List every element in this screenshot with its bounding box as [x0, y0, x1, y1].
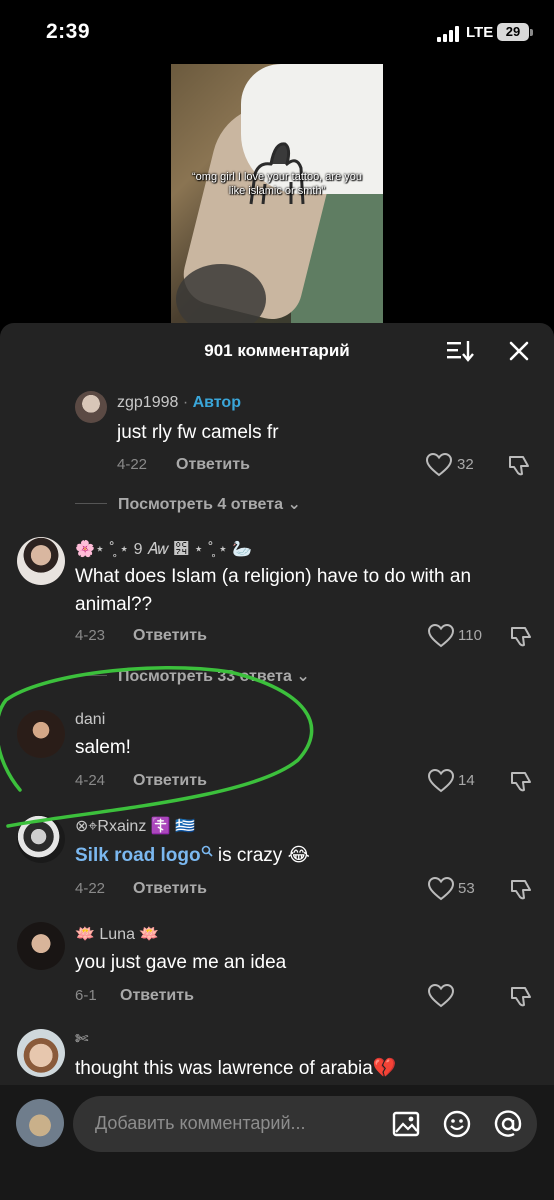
- comment-input[interactable]: Добавить комментарий...: [73, 1096, 537, 1152]
- comment-username[interactable]: 🌸⋆ ˚̥ ⋆ 9 𝐴𝑤 ౴ ⋆ ˚̥ ⋆ 🦢: [75, 539, 252, 559]
- comment-username-row[interactable]: zgp1998 · Автор: [117, 394, 241, 412]
- video-caption: “omg girl I love your tattoo, are you li…: [192, 171, 362, 197]
- search-icon[interactable]: [201, 845, 213, 857]
- status-time: 2:39: [46, 20, 91, 43]
- network-label: LTE: [466, 24, 494, 41]
- view-replies-label: Посмотреть 4 ответа: [118, 496, 283, 513]
- dislike-icon[interactable]: [509, 984, 533, 1008]
- emoji-icon[interactable]: [442, 1109, 472, 1139]
- comment-text: just rly fw camels fr: [117, 422, 279, 443]
- comment-username[interactable]: zgp1998: [117, 394, 178, 411]
- search-link[interactable]: Silk road logo: [75, 845, 201, 866]
- sort-icon[interactable]: [446, 339, 474, 363]
- comment-date: 6-1: [75, 987, 97, 1004]
- comment-username[interactable]: ✄: [75, 1029, 88, 1049]
- divider-line: [75, 503, 107, 504]
- avatar[interactable]: [75, 391, 107, 423]
- heart-icon[interactable]: [426, 453, 452, 477]
- comments-sheet: 901 комментарий zgp1998 · Автор just rly…: [0, 323, 554, 1200]
- comment-username[interactable]: 🪷 Luna 🪷: [75, 924, 159, 944]
- dislike-icon[interactable]: [509, 769, 533, 793]
- view-replies-button[interactable]: Посмотреть 33 ответа ⌄: [118, 666, 310, 686]
- video-preview[interactable]: “omg girl I love your tattoo, are you li…: [171, 64, 383, 326]
- dislike-icon[interactable]: [509, 877, 533, 901]
- like-count: 14: [458, 772, 475, 789]
- comment-username[interactable]: ⊗⌖Rxainz ☦️ 🇬🇷: [75, 816, 195, 836]
- chevron-down-icon: ⌄: [287, 496, 301, 513]
- comment-text: thought this was lawrence of arabia💔: [75, 1058, 397, 1079]
- heart-icon[interactable]: [428, 984, 454, 1008]
- chevron-down-icon: ⌄: [296, 668, 310, 685]
- reply-button[interactable]: Ответить: [120, 987, 194, 1005]
- comment-input-placeholder: Добавить комментарий...: [95, 1113, 306, 1133]
- comment-date: 4-24: [75, 772, 106, 789]
- avatar[interactable]: [17, 922, 65, 970]
- battery-tip: [530, 29, 533, 36]
- like-count: 110: [458, 627, 482, 644]
- like-count: 53: [458, 880, 475, 897]
- signal-icon: [437, 26, 459, 42]
- heart-icon[interactable]: [428, 769, 454, 793]
- status-bar: 2:39 LTE 29: [0, 0, 554, 64]
- reply-button[interactable]: Ответить: [133, 627, 207, 645]
- forearm-tattoo-image: [176, 264, 266, 326]
- avatar[interactable]: [17, 1029, 65, 1077]
- comment-text: you just gave me an idea: [75, 952, 287, 973]
- avatar[interactable]: [17, 710, 65, 758]
- comment-text: salem!: [75, 737, 131, 758]
- dislike-icon[interactable]: [509, 624, 533, 648]
- battery-indicator: 29: [497, 23, 529, 41]
- comment-date: 4-22: [117, 456, 148, 473]
- reply-button[interactable]: Ответить: [176, 456, 250, 474]
- image-icon[interactable]: [391, 1109, 421, 1139]
- divider-line: [75, 675, 107, 676]
- reply-button[interactable]: Ответить: [133, 772, 207, 790]
- reply-button[interactable]: Ответить: [133, 880, 207, 898]
- view-replies-button[interactable]: Посмотреть 4 ответа ⌄: [118, 494, 301, 514]
- my-avatar[interactable]: [16, 1099, 64, 1147]
- comment-input-bar: Добавить комментарий...: [0, 1085, 554, 1200]
- mention-icon[interactable]: [493, 1109, 523, 1139]
- author-badge: Автор: [192, 394, 241, 411]
- view-replies-label: Посмотреть 33 ответа: [118, 668, 292, 685]
- comment-text: What does Islam (a religion) have to do …: [75, 566, 472, 615]
- avatar[interactable]: [17, 815, 65, 863]
- comment-username[interactable]: dani: [75, 711, 105, 729]
- heart-icon[interactable]: [428, 624, 454, 648]
- close-icon[interactable]: [508, 340, 530, 362]
- like-count: 32: [457, 456, 474, 473]
- heart-icon[interactable]: [428, 877, 454, 901]
- dislike-icon[interactable]: [507, 453, 531, 477]
- comment-text-suffix: is crazy 😂: [212, 845, 310, 866]
- comment-date: 4-23: [75, 627, 106, 644]
- comment-date: 4-22: [75, 880, 106, 897]
- avatar[interactable]: [17, 537, 65, 585]
- comment-text: Silk road logo is crazy 😂: [75, 842, 530, 870]
